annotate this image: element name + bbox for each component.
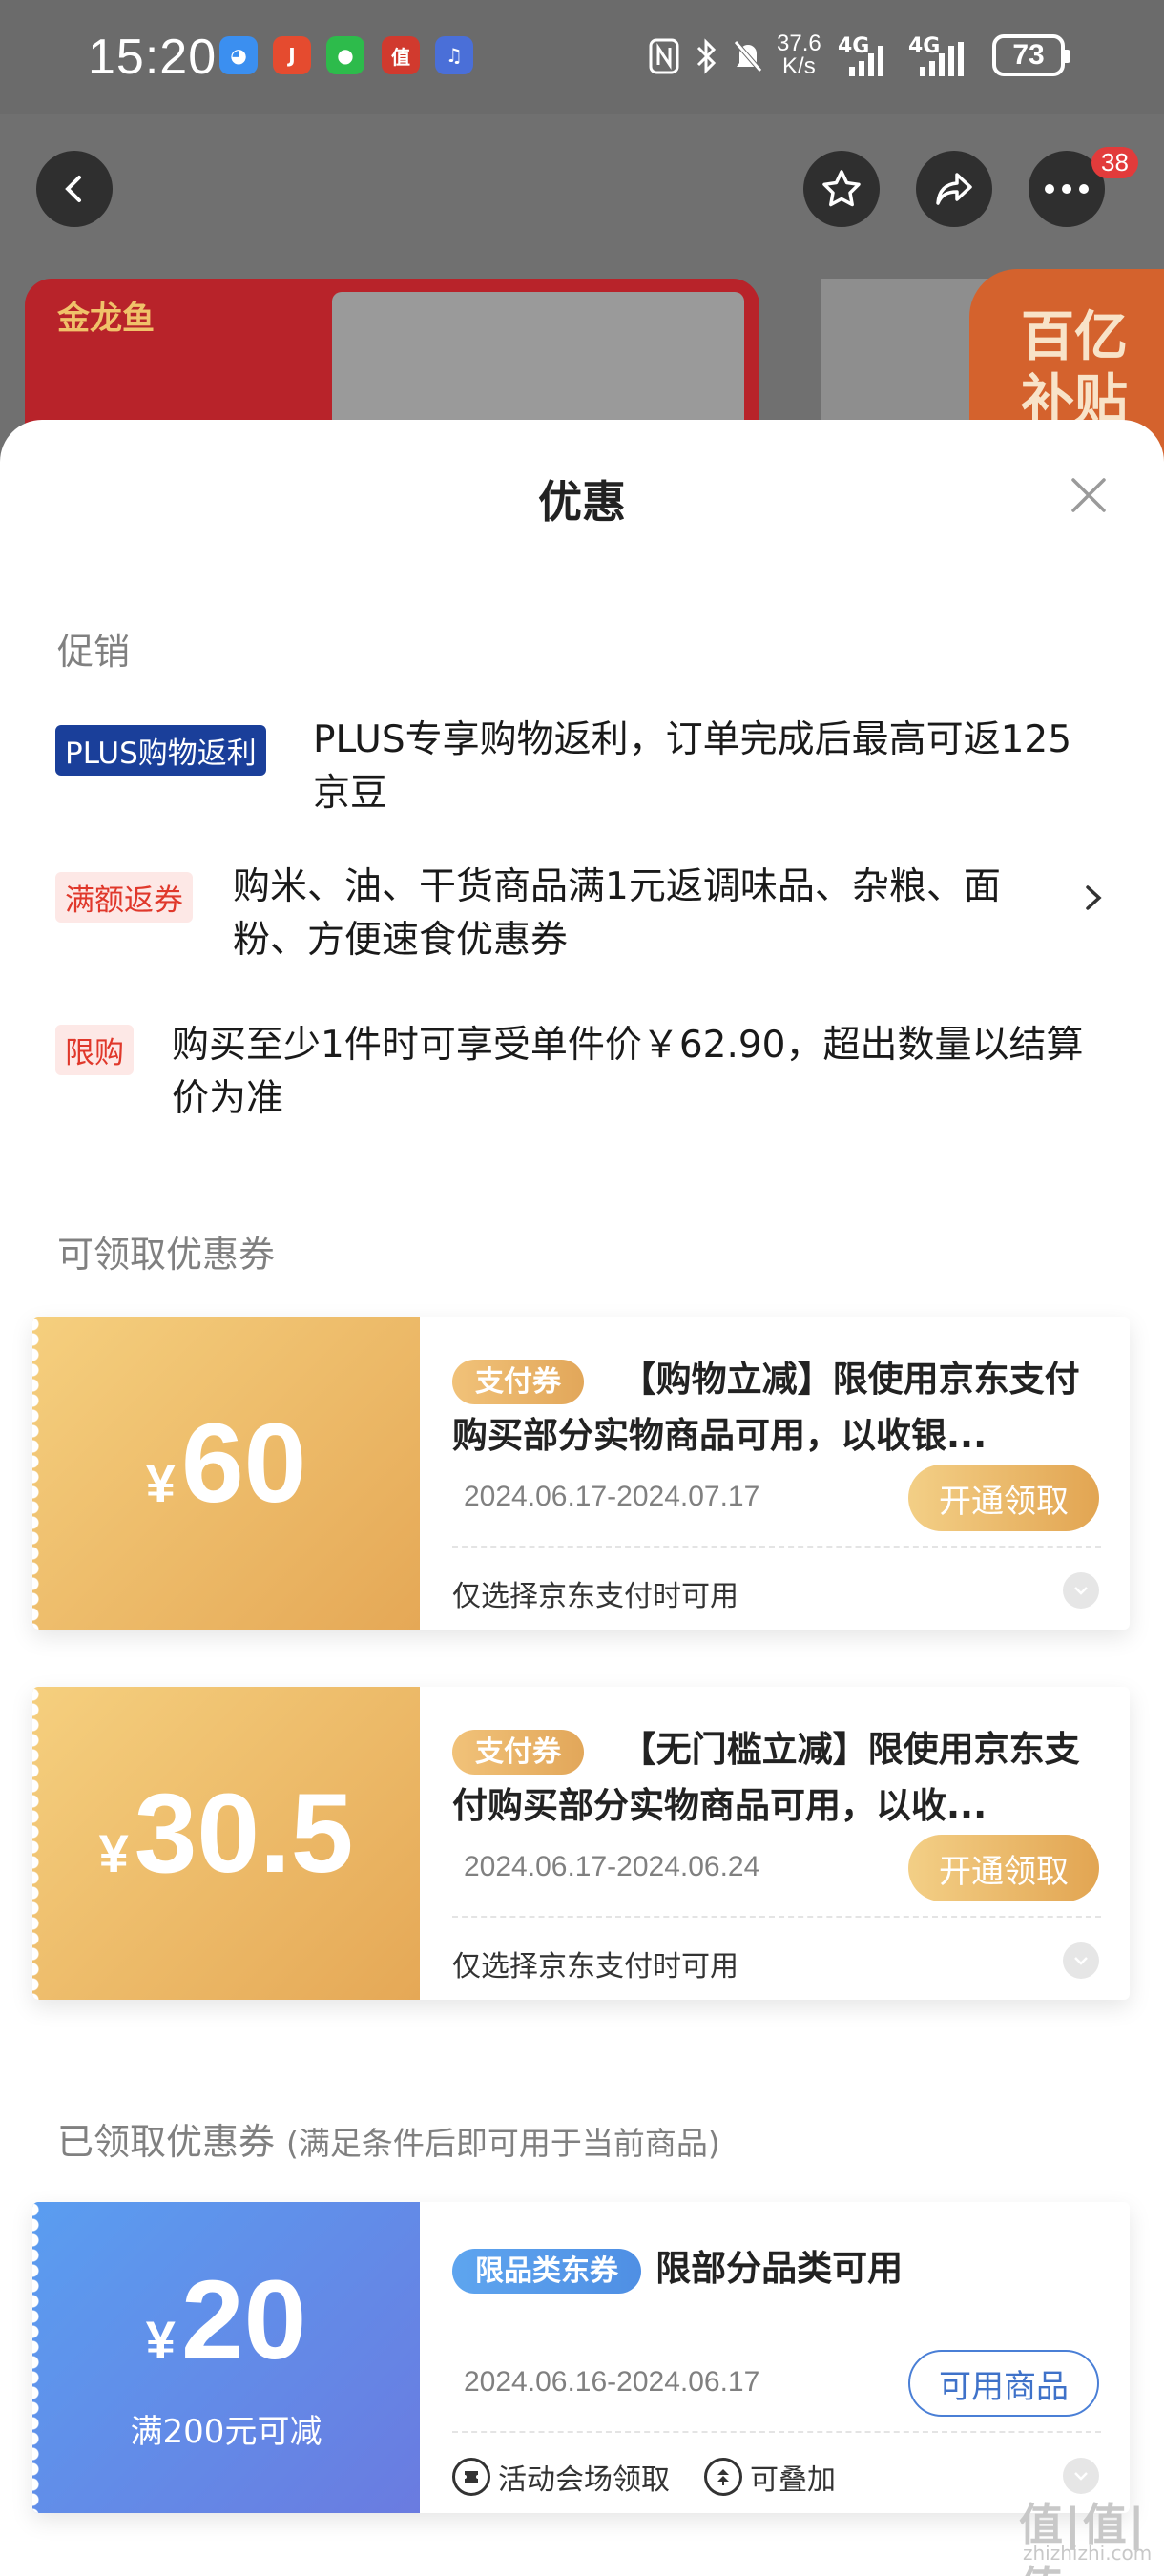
battery-indicator: 73 (992, 34, 1070, 76)
coupon-return-tag: 满额返券 (55, 872, 193, 923)
plus-rebate-tag: PLUS购物返利 (55, 725, 266, 776)
coupon-amount-panel: ¥30.5 (32, 1687, 420, 2000)
promo-text-plus: PLUS专享购物返利，订单完成后最高可返125京豆 (313, 718, 1072, 815)
coupon-card: ¥20 满200元可减 限品类东券 限部分品类可用 2024.06.16-202… (32, 2202, 1130, 2513)
share-button[interactable] (916, 151, 992, 227)
coupon-edge (32, 2202, 44, 2513)
close-button[interactable] (1065, 471, 1112, 519)
coupon-date: 2024.06.17-2024.07.17 (464, 1481, 760, 1512)
available-coupons-heading: 可领取优惠券 (57, 1234, 276, 1276)
expand-button[interactable] (1063, 1942, 1099, 1979)
coupon-date: 2024.06.17-2024.06.24 (464, 1851, 760, 1882)
back-button[interactable] (36, 151, 113, 227)
coupon-title: 支付券 【购物立减】限使用京东支付购买部分实物商品可用，以收银... (452, 1359, 1080, 1456)
payment-coupon-tag: 支付券 (452, 1360, 584, 1404)
site-watermark-url: zhizhizhi.com (1023, 2542, 1153, 2565)
coupon-date: 2024.06.16-2024.06.17 (464, 2366, 760, 2398)
status-time: 15:20 (88, 30, 218, 85)
signal-bars-1-icon (843, 40, 893, 82)
share-arrow-icon (936, 173, 972, 205)
divider (452, 2431, 1101, 2433)
stackable-icon (704, 2458, 742, 2496)
coupon-amount: ¥60 (145, 1400, 307, 1527)
coupon-title: 限部分品类可用 (655, 2248, 904, 2289)
mute-bell-icon (729, 34, 767, 78)
promo-text-coupon-return: 购米、油、干货商品满1元返调味品、杂粮、面粉、方便速食优惠券 (233, 865, 1001, 962)
favorite-button[interactable] (803, 151, 880, 227)
music-app-icon: ♫ (435, 36, 473, 74)
category-coupon-tag: 限品类东券 (452, 2249, 641, 2294)
more-dots-icon (1045, 184, 1089, 194)
payment-coupon-tag: 支付券 (452, 1730, 584, 1775)
coupon-note: 仅选择京东支付时可用 (452, 1580, 738, 1613)
coupon-info: 支付券 【无门槛立减】限使用京东支付购买部分实物商品可用，以收... (452, 1723, 1101, 1833)
coupon-info: 限品类东券 限部分品类可用 (452, 2242, 903, 2296)
divider (452, 1546, 1101, 1548)
brand-logo: 金龙鱼 (57, 300, 155, 338)
coupon-amount-panel: ¥20 满200元可减 (32, 2202, 420, 2513)
chevron-down-icon (1074, 2472, 1088, 2481)
bluetooth-icon (689, 34, 723, 78)
coupon-card: ¥60 支付券 【购物立减】限使用京东支付购买部分实物商品可用，以收银... 2… (32, 1317, 1130, 1630)
claimed-coupons-heading: 已领取优惠券 (满足条件后即可用于当前商品) (57, 2121, 720, 2163)
coupon-info: 支付券 【购物立减】限使用京东支付购买部分实物商品可用，以收银... (452, 1353, 1101, 1463)
smzdm-app-icon: 值 (382, 36, 420, 74)
signal-bars-2-icon (914, 40, 981, 82)
coupon-edge (32, 1687, 44, 2000)
promotions-heading: 促销 (57, 631, 131, 673)
claimed-coupons-subheading: (满足条件后即可用于当前商品) (286, 2125, 720, 2162)
venue-ticket-icon (452, 2458, 490, 2496)
star-icon (822, 170, 861, 207)
coupon-amount: ¥30.5 (98, 1770, 354, 1897)
coupon-amount-panel: ¥60 (32, 1317, 420, 1630)
net-speed: 37.6 K/s (777, 31, 821, 79)
stackable-label: 可叠加 (750, 2463, 836, 2497)
eligible-products-button[interactable]: 可用商品 (908, 2350, 1099, 2417)
sheet-title: 优惠 (538, 476, 626, 528)
promo-item[interactable]: 满额返券 购米、油、干货商品满1元返调味品、杂粮、面粉、方便速食优惠券 (55, 865, 1114, 983)
message-count-badge: 38 (1091, 147, 1138, 178)
close-icon (1071, 478, 1106, 512)
qq-app-icon: ◕ (219, 36, 258, 74)
wechat-app-icon: ● (326, 36, 364, 74)
coupon-condition: 满200元可减 (130, 2413, 322, 2451)
divider (452, 1916, 1101, 1918)
chevron-left-icon (65, 176, 81, 202)
chevron-right-icon (1086, 885, 1102, 910)
coupon-card: ¥30.5 支付券 【无门槛立减】限使用京东支付购买部分实物商品可用，以收...… (32, 1687, 1130, 2000)
expand-button[interactable] (1063, 1572, 1099, 1609)
coupon-source-label: 活动会场领取 (498, 2463, 670, 2497)
nfc-icon (645, 34, 683, 78)
claim-coupon-button[interactable]: 开通领取 (908, 1835, 1099, 1901)
jd-app-icon: J (273, 36, 311, 74)
expand-button[interactable] (1063, 2458, 1099, 2494)
coupon-edge (32, 1317, 44, 1630)
claim-coupon-button[interactable]: 开通领取 (908, 1465, 1099, 1531)
chevron-down-icon (1074, 1587, 1088, 1595)
chevron-down-icon (1074, 1957, 1088, 1965)
coupon-note: 仅选择京东支付时可用 (452, 1950, 738, 1984)
coupon-notes: 活动会场领取 可叠加 (452, 2456, 836, 2498)
coupon-amount: ¥20 (145, 2257, 307, 2383)
promo-text-limit: 购买至少1件时可享受单件价￥62.90，超出数量以结算价为准 (172, 1024, 1084, 1120)
purchase-limit-tag: 限购 (55, 1025, 134, 1075)
coupon-title: 支付券 【无门槛立减】限使用京东支付购买部分实物商品可用，以收... (452, 1729, 1080, 1826)
